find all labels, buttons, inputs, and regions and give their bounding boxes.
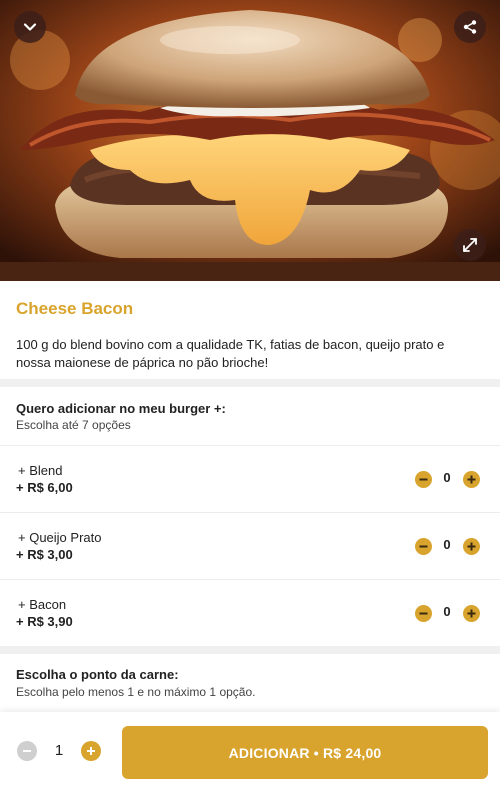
expand-icon: [463, 238, 477, 252]
share-button[interactable]: [454, 11, 486, 43]
addon-quantity: 0: [443, 604, 451, 619]
increase-button[interactable]: [463, 605, 480, 622]
add-to-cart-button[interactable]: ADICIONAR • R$ 24,00: [122, 726, 488, 779]
addon-row: + Blend + R$ 6,00 0: [0, 445, 500, 512]
back-button[interactable]: [14, 11, 46, 43]
addon-quantity: 0: [443, 537, 451, 552]
addon-name: + Queijo Prato: [18, 530, 102, 545]
minus-icon: [419, 545, 428, 548]
section-divider: [0, 646, 500, 654]
product-image: [0, 0, 500, 281]
decrease-button[interactable]: [415, 538, 432, 555]
addon-price: + R$ 6,00: [16, 480, 73, 495]
product-title: Cheese Bacon: [16, 299, 134, 318]
burger-photo: [0, 0, 500, 281]
increase-button[interactable]: [463, 538, 480, 555]
addon-name: + Bacon: [18, 597, 67, 612]
decrease-button[interactable]: [415, 471, 432, 488]
quantity-decrease-button[interactable]: [17, 741, 37, 761]
quantity-increase-button[interactable]: [81, 741, 101, 761]
addon-quantity: 0: [443, 470, 451, 485]
plus-icon: [467, 542, 476, 551]
chevron-down-icon: [23, 23, 37, 31]
quantity-value: 1: [54, 742, 64, 759]
addon-row: + Bacon + R$ 3,90 0: [0, 579, 500, 646]
minus-icon: [23, 750, 31, 752]
bottom-cart-bar: 1 ADICIONAR • R$ 24,00: [0, 712, 500, 786]
addon-name: + Blend: [18, 463, 63, 478]
increase-button[interactable]: [463, 471, 480, 488]
addons-group-title: Quero adicionar no meu burger +:: [16, 401, 226, 416]
addon-row: + Queijo Prato + R$ 3,00 0: [0, 512, 500, 579]
plus-icon: [87, 747, 95, 755]
addon-price: + R$ 3,90: [16, 614, 73, 629]
product-description: 100 g do blend bovino com a qualidade TK…: [16, 337, 445, 370]
doneness-group-title: Escolha o ponto da carne:: [16, 667, 179, 682]
minus-icon: [419, 478, 428, 481]
plus-icon: [467, 609, 476, 618]
minus-icon: [419, 612, 428, 615]
share-icon: [463, 20, 477, 34]
section-divider: [0, 379, 500, 387]
addons-group-subtitle: Escolha até 7 opções: [16, 418, 131, 432]
decrease-button[interactable]: [415, 605, 432, 622]
addon-price: + R$ 3,00: [16, 547, 73, 562]
doneness-group-subtitle: Escolha pelo menos 1 e no máximo 1 opção…: [16, 685, 256, 699]
plus-icon: [467, 475, 476, 484]
expand-image-button[interactable]: [454, 229, 486, 261]
